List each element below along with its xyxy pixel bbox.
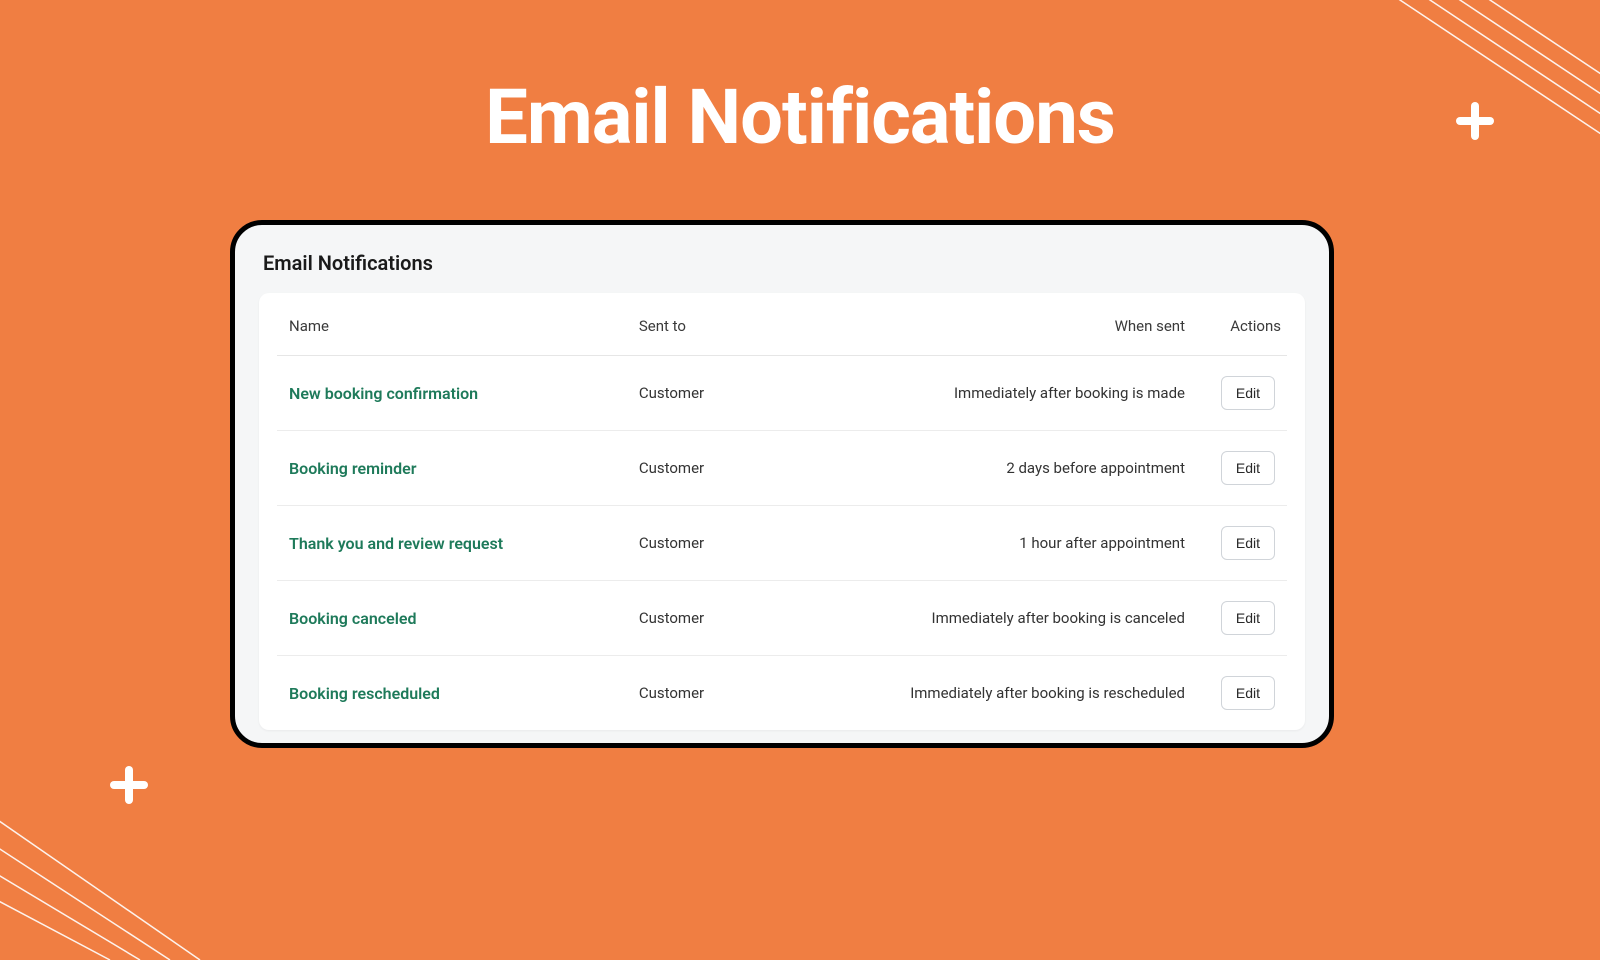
notification-sent-to: Customer: [627, 506, 758, 581]
notification-name-link[interactable]: Booking rescheduled: [289, 684, 440, 703]
hero-title: Email Notifications: [0, 0, 1600, 162]
edit-button[interactable]: Edit: [1221, 451, 1275, 485]
table-row: Booking canceled Customer Immediately af…: [277, 581, 1287, 656]
panel-title: Email Notifications: [263, 251, 1305, 275]
notification-sent-to: Customer: [627, 581, 758, 656]
table-row: Booking reminder Customer 2 days before …: [277, 431, 1287, 506]
table-row: Thank you and review request Customer 1 …: [277, 506, 1287, 581]
notifications-card: Name Sent to When sent Actions New booki…: [259, 293, 1305, 730]
notification-sent-to: Customer: [627, 356, 758, 431]
edit-button[interactable]: Edit: [1221, 526, 1275, 560]
edit-button[interactable]: Edit: [1221, 601, 1275, 635]
column-header-name: Name: [277, 293, 627, 356]
plus-icon: [106, 762, 152, 808]
notification-name-link[interactable]: Thank you and review request: [289, 534, 503, 553]
table-row: New booking confirmation Customer Immedi…: [277, 356, 1287, 431]
notification-when-sent: 1 hour after appointment: [758, 506, 1197, 581]
notification-when-sent: Immediately after booking is rescheduled: [758, 656, 1197, 731]
column-header-sent-to: Sent to: [627, 293, 758, 356]
notification-sent-to: Customer: [627, 656, 758, 731]
notification-name-link[interactable]: Booking reminder: [289, 459, 416, 478]
notification-sent-to: Customer: [627, 431, 758, 506]
email-notifications-panel: Email Notifications Name Sent to When se…: [230, 220, 1334, 748]
notification-when-sent: Immediately after booking is made: [758, 356, 1197, 431]
column-header-when-sent: When sent: [758, 293, 1197, 356]
table-header-row: Name Sent to When sent Actions: [277, 293, 1287, 356]
notification-when-sent: 2 days before appointment: [758, 431, 1197, 506]
column-header-actions: Actions: [1197, 293, 1287, 356]
edit-button[interactable]: Edit: [1221, 676, 1275, 710]
notification-name-link[interactable]: New booking confirmation: [289, 384, 478, 403]
notification-when-sent: Immediately after booking is canceled: [758, 581, 1197, 656]
notification-name-link[interactable]: Booking canceled: [289, 609, 416, 628]
edit-button[interactable]: Edit: [1221, 376, 1275, 410]
table-row: Booking rescheduled Customer Immediately…: [277, 656, 1287, 731]
notifications-table: Name Sent to When sent Actions New booki…: [277, 293, 1287, 730]
